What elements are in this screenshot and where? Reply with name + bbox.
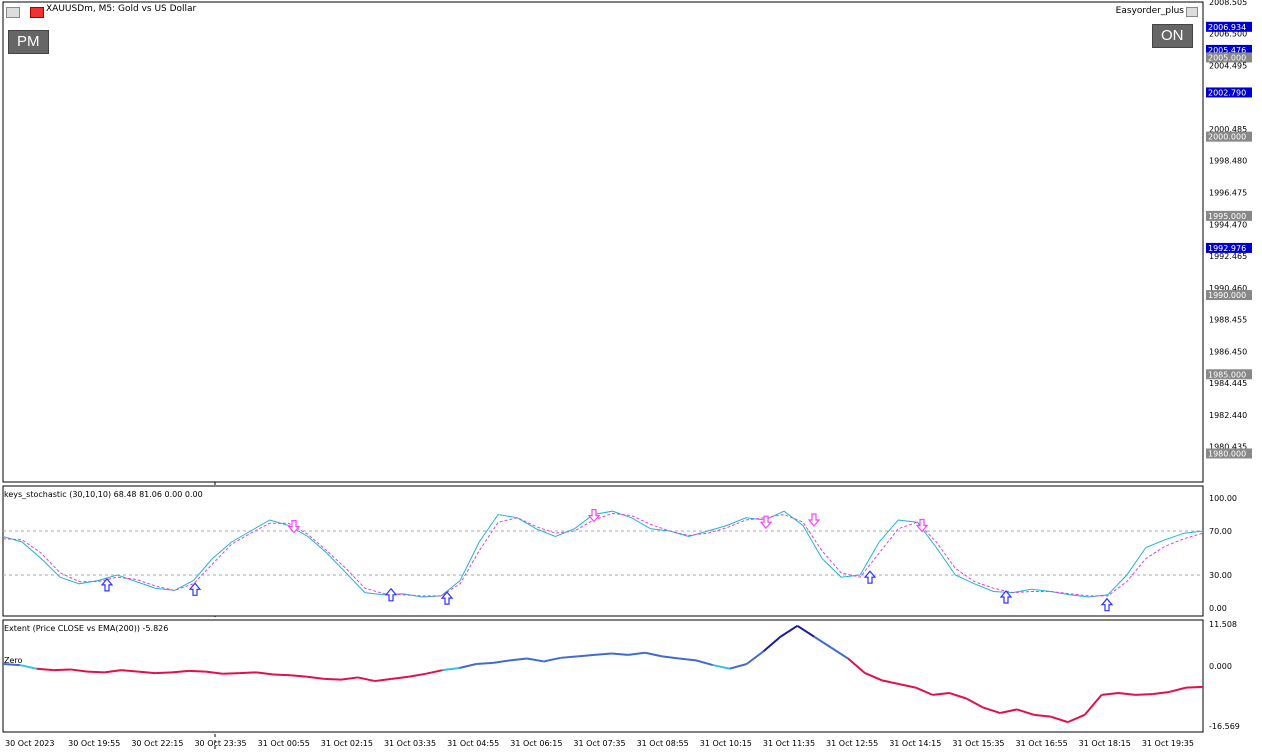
extent-tick-2: -16.569 bbox=[1209, 722, 1240, 731]
pane-frame-1 bbox=[2, 485, 1204, 617]
chart-grid-icon[interactable] bbox=[6, 7, 20, 18]
price-tag-6: 1992.976 bbox=[1208, 244, 1246, 253]
time-tick-7: 31 Oct 04:55 bbox=[447, 739, 499, 748]
time-tick-1: 30 Oct 19:55 bbox=[68, 739, 120, 748]
price-tick-12: 1982.440 bbox=[1209, 411, 1247, 420]
extent-segment-4 bbox=[53, 668, 71, 672]
chart-title: XAUUSDm, M5: Gold vs US Dollar bbox=[46, 4, 197, 14]
time-tick-4: 31 Oct 00:55 bbox=[258, 739, 310, 748]
pane-frame-0 bbox=[2, 1, 1204, 483]
price-axes: 2008.5052006.5002004.4952000.4851998.480… bbox=[2, 0, 1252, 733]
extent-segment-71 bbox=[1186, 685, 1204, 689]
time-tick-6: 31 Oct 03:35 bbox=[384, 739, 436, 748]
price-tag-3: 2002.790 bbox=[1208, 88, 1246, 97]
time-tick-11: 31 Oct 10:15 bbox=[700, 739, 752, 748]
extent-tick-0: 11.508 bbox=[1209, 620, 1237, 629]
price-tag-9: 1980.000 bbox=[1208, 449, 1246, 458]
time-tick-9: 31 Oct 07:35 bbox=[573, 739, 625, 748]
price-tick-9: 1988.455 bbox=[1209, 316, 1247, 325]
time-axis: 30 Oct 2023 30 Oct 19:55 30 Oct 22:15 30 Oc… bbox=[5, 739, 1194, 748]
extent-segment-10 bbox=[155, 671, 173, 675]
time-tick-18: 31 Oct 19:35 bbox=[1142, 739, 1194, 748]
time-tick-12: 31 Oct 11:35 bbox=[763, 739, 815, 748]
ea-name: Easyorder_plus bbox=[1115, 6, 1184, 16]
time-tick-10: 31 Oct 08:55 bbox=[637, 739, 689, 748]
price-tick-11: 1984.445 bbox=[1209, 379, 1247, 388]
extent-segment-12 bbox=[188, 669, 206, 673]
price-tick-7: 1992.465 bbox=[1209, 252, 1247, 261]
price-tag-7: 1990.000 bbox=[1208, 291, 1246, 300]
extent-tick-1: 0.000 bbox=[1209, 662, 1232, 671]
stoch-tick-1: 70.00 bbox=[1209, 527, 1232, 536]
ea-hat-icon[interactable] bbox=[1186, 7, 1198, 17]
time-tick-15: 31 Oct 15:35 bbox=[952, 739, 1004, 748]
price-tag-8: 1985.000 bbox=[1208, 370, 1246, 379]
extent-segment-17 bbox=[273, 673, 291, 677]
extent-segment-20 bbox=[324, 677, 342, 681]
stoch-tick-3: 0.00 bbox=[1209, 604, 1227, 613]
stoch-tick-0: 100.00 bbox=[1209, 494, 1237, 503]
price-tick-4: 1998.480 bbox=[1209, 157, 1247, 166]
time-tick-14: 31 Oct 14:15 bbox=[889, 739, 941, 748]
trade-icon[interactable] bbox=[30, 7, 44, 18]
price-tick-10: 1986.450 bbox=[1209, 347, 1247, 356]
extent-segment-14 bbox=[222, 672, 240, 675]
price-tag-5: 1995.000 bbox=[1208, 212, 1246, 221]
stoch-tick-2: 30.00 bbox=[1209, 571, 1232, 580]
pane-frame-2 bbox=[2, 619, 1204, 733]
price-tick-0: 2008.505 bbox=[1209, 0, 1247, 7]
price-tag-4: 2000.000 bbox=[1208, 133, 1246, 142]
time-tick-8: 31 Oct 06:15 bbox=[510, 739, 562, 748]
extent-segment-15 bbox=[239, 671, 257, 675]
time-tick-13: 31 Oct 12:55 bbox=[826, 739, 878, 748]
price-tick-2: 2004.495 bbox=[1209, 61, 1247, 70]
extent-segment-6 bbox=[87, 670, 105, 674]
stochastic-label: keys_stochastic (30,10,10) 68.48 81.06 0… bbox=[4, 490, 203, 499]
time-tick-5: 31 Oct 02:15 bbox=[321, 739, 373, 748]
price-tick-5: 1996.475 bbox=[1209, 188, 1247, 197]
price-tick-6: 1994.470 bbox=[1209, 220, 1247, 229]
price-tag-2: 2005.000 bbox=[1208, 53, 1246, 62]
extent-segment-68 bbox=[1135, 693, 1153, 696]
extent-label: Extent (Price CLOSE vs EMA(200)) -5.826 bbox=[4, 624, 169, 633]
time-tick-0: 30 Oct 2023 bbox=[5, 739, 54, 748]
trading-chart[interactable]: 2008.5052006.5002004.4952000.4851998.480… bbox=[0, 0, 1262, 752]
pm-badge[interactable]: PM bbox=[8, 30, 49, 54]
on-badge[interactable]: ON bbox=[1152, 24, 1193, 48]
time-tick-17: 31 Oct 18:15 bbox=[1079, 739, 1131, 748]
extent-segment-29 bbox=[476, 661, 494, 665]
time-tick-3: 30 Oct 23:35 bbox=[194, 739, 246, 748]
price-tag-0: 2006.934 bbox=[1208, 23, 1246, 32]
time-tick-2: 30 Oct 22:15 bbox=[131, 739, 183, 748]
zero-label: Zero bbox=[4, 656, 23, 665]
time-tick-16: 31 Oct 16:55 bbox=[1016, 739, 1068, 748]
